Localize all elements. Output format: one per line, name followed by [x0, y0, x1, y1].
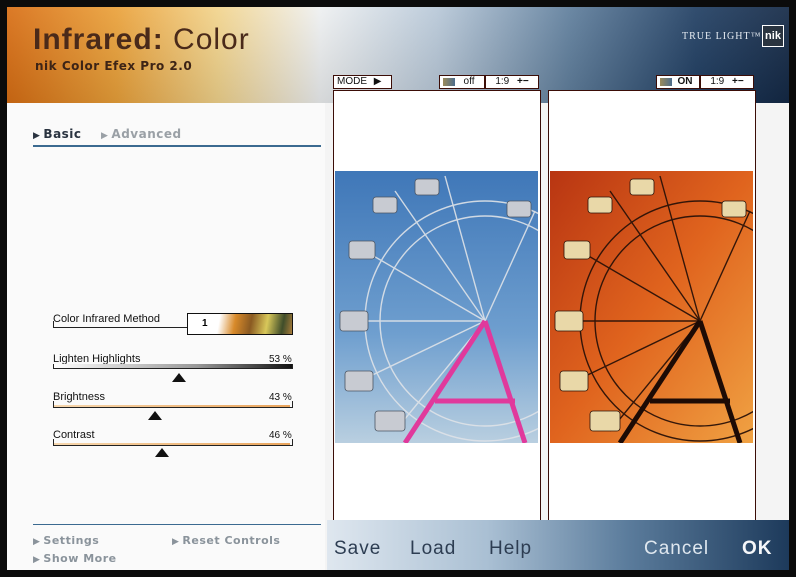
preview-original [333, 90, 541, 528]
brand-name: TRUE LIGHT™ [682, 31, 762, 42]
triangle-right-icon: ▶ [33, 537, 41, 547]
contrast-slider-thumb[interactable] [155, 448, 170, 457]
show-more-link[interactable]: ▶ Show More [33, 552, 117, 565]
tab-basic[interactable]: ▶ Basic [33, 127, 82, 141]
filtered-photo [550, 171, 753, 443]
contrast-fill [54, 443, 290, 445]
contrast-slider-track[interactable] [53, 439, 293, 446]
filter-title: Infrared: Color [33, 23, 250, 57]
settings-label: Settings [43, 534, 100, 547]
histogram-icon [660, 78, 672, 86]
triangle-right-icon: ▶ [101, 131, 109, 141]
app-frame: Infrared: Color nik Color Efex Pro 2.0 T… [0, 0, 796, 577]
histogram-toggle-left[interactable]: off [439, 75, 485, 89]
zoom-buttons-left: +− [517, 76, 529, 87]
triangle-right-icon: ▶ [33, 131, 41, 141]
mode-button[interactable]: MODE ▶ [333, 75, 392, 89]
preview-right-toolbar: ON 1:9 +− [548, 75, 754, 89]
title-main: Infrared: [33, 23, 164, 56]
brightness-slider-thumb[interactable] [148, 411, 163, 420]
zoom-control-right[interactable]: 1:9 +− [700, 75, 754, 89]
original-photo [335, 171, 538, 443]
load-button[interactable]: Load [410, 538, 456, 560]
brightness-fill [54, 405, 290, 407]
brightness-slider-track[interactable] [53, 401, 293, 408]
ok-button[interactable]: OK [742, 538, 773, 560]
controls-panel: ▶ Basic ▶ Advanced Color Infrared Method 1… [7, 103, 325, 570]
tab-basic-label: Basic [43, 127, 82, 141]
title-sub: Color [173, 23, 250, 56]
tab-advanced-label: Advanced [111, 127, 182, 141]
help-button[interactable]: Help [489, 538, 532, 560]
show-more-label: Show More [43, 552, 117, 565]
mode-label: MODE [337, 76, 367, 87]
nik-logo-icon: nik [762, 25, 784, 47]
product-subtitle: nik Color Efex Pro 2.0 [35, 59, 193, 73]
preview-left-toolbar: MODE ▶ off 1:9 +− [333, 75, 539, 89]
lighten-slider-thumb[interactable] [172, 373, 187, 382]
settings-link[interactable]: ▶ Settings [33, 534, 99, 547]
zoom-buttons-right: +− [732, 76, 744, 87]
save-button[interactable]: Save [334, 538, 381, 560]
reset-controls-label: Reset Controls [182, 534, 281, 547]
method-track [53, 321, 189, 328]
triangle-right-icon: ▶ [33, 555, 41, 565]
footer-bar [327, 520, 789, 570]
preview-filtered [548, 90, 756, 528]
zoom-level-left: 1:9 [495, 76, 510, 87]
plugin-window: Infrared: Color nik Color Efex Pro 2.0 T… [7, 7, 789, 570]
cancel-button[interactable]: Cancel [644, 538, 709, 560]
tab-advanced[interactable]: ▶ Advanced [101, 127, 182, 141]
histogram-state-right: ON [677, 76, 693, 87]
triangle-right-icon: ▶ [172, 537, 180, 547]
histogram-toggle-right[interactable]: ON [656, 75, 700, 89]
method-value: 1 [202, 318, 208, 329]
lighten-slider-track[interactable] [53, 364, 293, 369]
zoom-level-right: 1:9 [710, 76, 725, 87]
histogram-state-left: off [463, 76, 475, 87]
method-selector[interactable]: 1 [187, 313, 293, 335]
triangle-right-icon: ▶ [373, 76, 382, 87]
reset-controls-link[interactable]: ▶ Reset Controls [172, 534, 280, 547]
bottom-divider [33, 524, 321, 525]
tab-divider [33, 145, 321, 147]
zoom-control-left[interactable]: 1:9 +− [485, 75, 539, 89]
histogram-icon [443, 78, 455, 86]
